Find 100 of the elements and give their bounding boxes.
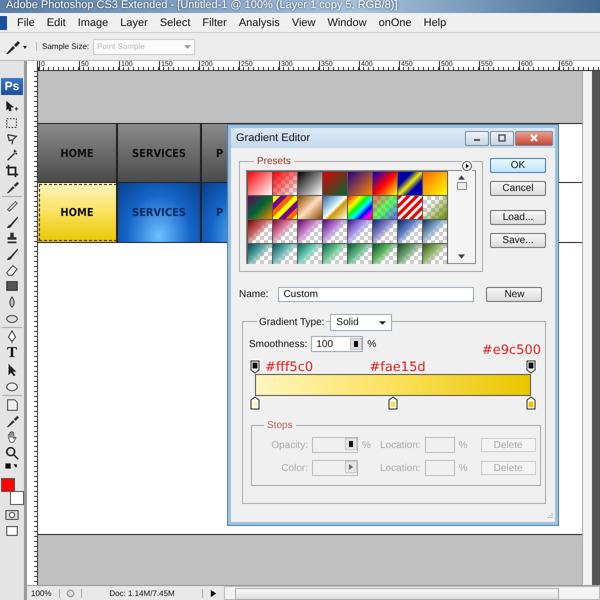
- foreground-color-swatch[interactable]: [0, 478, 14, 492]
- type-tool[interactable]: T: [6, 346, 17, 361]
- color-stop-icon[interactable]: [388, 396, 398, 410]
- gradient-swatch[interactable]: [248, 244, 272, 264]
- new-button[interactable]: New: [486, 287, 542, 302]
- name-field[interactable]: Custom: [278, 287, 474, 302]
- gradient-swatch[interactable]: [248, 196, 272, 219]
- gradient-swatch[interactable]: [298, 172, 322, 195]
- gradient-swatch[interactable]: [273, 172, 297, 195]
- play-arrow-icon[interactable]: [209, 588, 218, 598]
- close-icon: [529, 134, 539, 142]
- scroll-down-icon[interactable]: [458, 254, 465, 259]
- menu-item[interactable]: Help: [418, 16, 452, 28]
- name-label: Name:: [239, 289, 268, 300]
- zoom-tool-icon[interactable]: [5, 446, 19, 460]
- menu-item[interactable]: Window: [321, 16, 373, 28]
- gradient-swatch[interactable]: [273, 196, 297, 219]
- scroll-thumb[interactable]: [235, 588, 559, 600]
- gradient-swatch[interactable]: [323, 220, 347, 243]
- maximize-button[interactable]: [490, 130, 514, 146]
- dialog-button[interactable]: OK: [490, 158, 546, 173]
- gradient-swatch[interactable]: [398, 196, 422, 219]
- gradient-swatch[interactable]: [273, 220, 297, 243]
- eyedropper-tool-icon[interactable]: [5, 414, 19, 428]
- gradient-swatch[interactable]: [423, 196, 447, 219]
- wand-tool-icon[interactable]: [5, 148, 19, 162]
- menu-item[interactable]: Filter: [196, 16, 233, 28]
- lasso-tool-icon[interactable]: [5, 132, 19, 146]
- opacity-stop-icon[interactable]: [526, 360, 536, 374]
- gradient-swatch[interactable]: [423, 220, 447, 243]
- minimize-button[interactable]: [465, 130, 489, 146]
- gradient-swatch[interactable]: [298, 220, 322, 243]
- gradient-swatch[interactable]: [398, 172, 422, 195]
- gradient-swatch[interactable]: [373, 244, 397, 264]
- pen-tool-icon[interactable]: [5, 330, 19, 344]
- caret-icon: [184, 44, 192, 48]
- menu-item[interactable]: File: [11, 16, 41, 28]
- resize-grip-icon[interactable]: [545, 512, 553, 520]
- menu-item[interactable]: Image: [72, 16, 114, 28]
- gradient-swatch[interactable]: [398, 220, 422, 243]
- gradient-swatch[interactable]: [373, 196, 397, 219]
- scroll-up-icon[interactable]: [458, 175, 465, 180]
- gradient-type-dropdown[interactable]: Solid: [330, 314, 392, 331]
- gradient-swatch[interactable]: [248, 172, 272, 195]
- hand-tool-icon[interactable]: [5, 430, 19, 444]
- move-tool-icon[interactable]: [5, 100, 19, 114]
- close-button[interactable]: [515, 130, 553, 146]
- vertical-scrollbar[interactable]: [582, 71, 592, 585]
- menu-item[interactable]: onOne: [372, 16, 418, 28]
- eyedropper-icon[interactable]: [4, 38, 28, 54]
- gradient-swatch[interactable]: [348, 196, 372, 219]
- gradient-swatch[interactable]: [398, 244, 422, 264]
- smoothness-field[interactable]: 100: [311, 336, 364, 352]
- gradient-swatch[interactable]: [248, 220, 272, 243]
- scroll-thumb[interactable]: [456, 182, 466, 190]
- marquee-tool-icon[interactable]: [5, 116, 19, 130]
- ruler-origin[interactable]: [27, 61, 38, 71]
- menu-item[interactable]: Edit: [40, 16, 72, 28]
- zoom-level[interactable]: 100%: [27, 588, 60, 598]
- menu-item[interactable]: Layer: [114, 16, 154, 28]
- location-label: Location:: [380, 462, 421, 474]
- note-tool-icon[interactable]: [5, 398, 19, 412]
- horizontal-scrollbar[interactable]: [224, 586, 600, 600]
- opacity-stop-icon[interactable]: [250, 360, 260, 374]
- gradient-swatch[interactable]: [348, 220, 372, 243]
- gradient-swatch[interactable]: [423, 244, 447, 264]
- menu-item[interactable]: Analysis: [232, 16, 286, 28]
- gradient-swatch[interactable]: [298, 196, 322, 219]
- gradient-swatch[interactable]: [323, 172, 347, 195]
- gradient-swatch[interactable]: [348, 244, 372, 264]
- gradient-swatch[interactable]: [298, 244, 322, 264]
- stamp-tool-icon[interactable]: [5, 231, 19, 245]
- presets-scrollbar[interactable]: [448, 171, 475, 263]
- color-stop-icon[interactable]: [526, 396, 536, 410]
- gradient-swatch[interactable]: [323, 196, 347, 219]
- dialog-button[interactable]: Load...: [490, 210, 546, 225]
- smoothness-label: Smoothness:: [249, 338, 308, 350]
- menu-item[interactable]: Select: [154, 16, 196, 28]
- eraser-tool-icon[interactable]: [5, 263, 19, 277]
- menu-item[interactable]: View: [286, 16, 322, 28]
- color-code-annotation: #fff5c0: [265, 361, 314, 374]
- gradient-type-label: Gradient Type:: [257, 317, 326, 328]
- background-color-swatch[interactable]: [10, 491, 24, 505]
- menu-arrow-icon[interactable]: [462, 161, 472, 171]
- color-stop-icon[interactable]: [250, 396, 260, 410]
- gradient-swatch[interactable]: [323, 244, 347, 264]
- gradient-swatch[interactable]: [348, 172, 372, 195]
- gradient-bar[interactable]: [255, 374, 531, 396]
- gradient-swatch[interactable]: [273, 244, 297, 264]
- quick-mask-icon[interactable]: [5, 508, 19, 522]
- app-logo[interactable]: Ps: [1, 78, 23, 95]
- gradient-swatch[interactable]: [373, 172, 397, 195]
- dialog-button[interactable]: Cancel: [490, 181, 546, 196]
- screen-mode-icon[interactable]: [5, 524, 19, 538]
- brush-tool-icon[interactable]: [5, 215, 19, 229]
- gradient-swatch[interactable]: [373, 220, 397, 243]
- crop-tool-icon[interactable]: [5, 164, 19, 178]
- dialog-button[interactable]: Save...: [490, 233, 546, 248]
- gradient-swatch[interactable]: [423, 172, 447, 195]
- slider-toggle-icon[interactable]: [350, 338, 362, 350]
